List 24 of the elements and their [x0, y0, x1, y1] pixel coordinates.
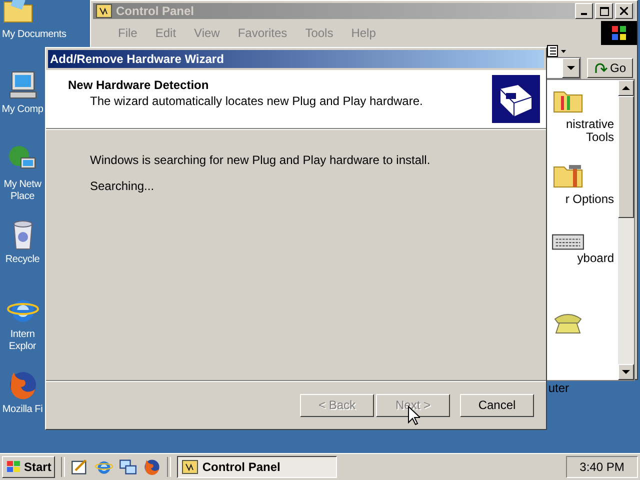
desktop-icon-label[interactable]: Mozilla Fi — [2, 404, 43, 416]
control-panel-item-label[interactable]: r Options — [565, 193, 614, 206]
wizard-heading: New Hardware Detection — [68, 78, 210, 92]
search-status: Searching... — [90, 179, 156, 193]
start-button[interactable]: Start — [2, 456, 56, 478]
wizard-subtitle: The wizard automatically locates new Plug and Play hardware. — [89, 94, 423, 108]
status-text: uter — [548, 381, 569, 395]
clock: 3:40 PM — [566, 456, 638, 478]
desktop-icon-label[interactable]: My Documents — [2, 29, 66, 41]
control-panel-item-label[interactable]: nistrative — [566, 118, 614, 131]
wizard-button[interactable]: Cancel — [460, 394, 534, 416]
desktop-icon-label[interactable]: My Netw — [4, 179, 42, 191]
desktop-icon-label[interactable]: My Comp — [2, 104, 44, 116]
window-title: Control Panel — [116, 4, 194, 18]
taskbar-button[interactable]: Control Panel — [177, 456, 338, 478]
desktop-icon-label[interactable]: Recycle — [5, 254, 40, 266]
desktop-icon-label[interactable]: Explor — [8, 341, 36, 353]
wizard-message: Windows is searching for new Plug and Play hardware to install. — [90, 153, 432, 167]
desktop-icon-label[interactable]: Place — [10, 191, 34, 203]
desktop-icon-label[interactable]: Intern — [10, 329, 35, 341]
dialog-title: Add/Remove Hardware Wizard — [50, 52, 224, 66]
control-panel-item-label[interactable]: Tools — [586, 131, 614, 144]
go-button[interactable]: Go — [586, 58, 633, 78]
control-panel-item-label[interactable]: yboard — [577, 252, 614, 265]
